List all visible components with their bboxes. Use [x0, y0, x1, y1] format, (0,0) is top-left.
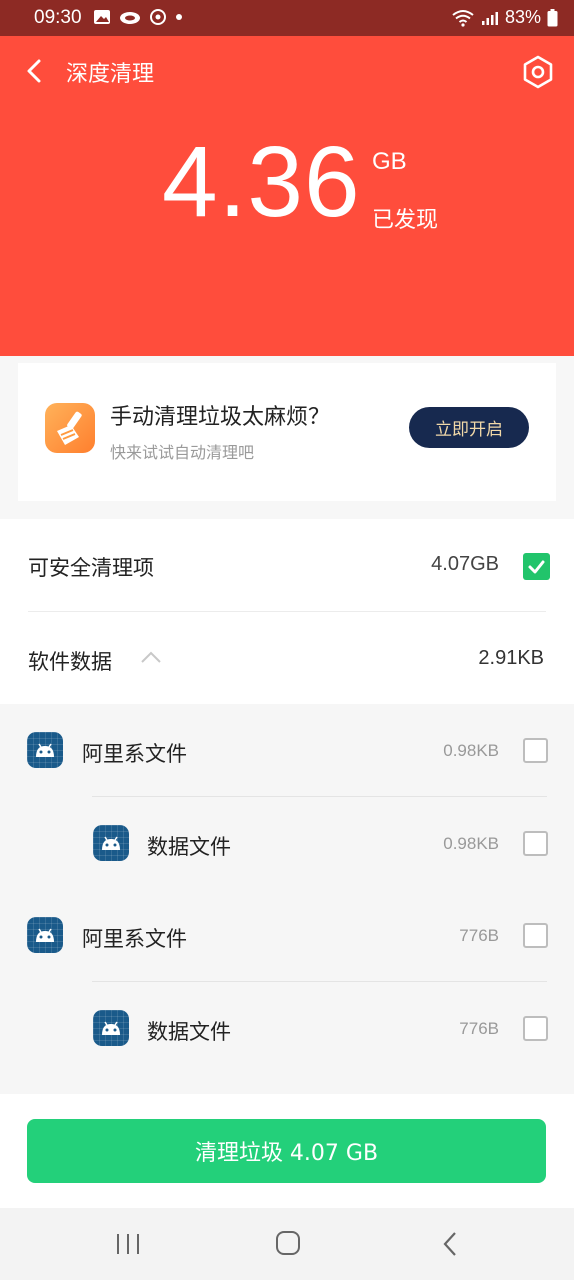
wifi-icon [452, 9, 474, 27]
broom-icon [45, 403, 95, 453]
software-data-row[interactable]: 软件数据 2.91KB [0, 612, 574, 704]
list-item[interactable]: 阿里系文件 0.98KB [0, 704, 574, 796]
item-checkbox[interactable] [523, 1016, 548, 1041]
dot-icon [176, 14, 182, 20]
software-data-label: 软件数据 [28, 650, 112, 674]
safe-clean-checkbox[interactable] [523, 553, 550, 580]
item-name: 数据文件 [147, 1020, 231, 1044]
gallery-icon [94, 10, 110, 24]
junk-unit: GB [372, 148, 407, 175]
checkmark-icon [528, 560, 545, 574]
android-app-icon [27, 917, 63, 953]
list-item[interactable]: 数据文件 0.98KB [0, 797, 574, 889]
status-bar: 09:30 83% [0, 0, 574, 36]
nav-back-icon[interactable] [440, 1230, 460, 1258]
safe-clean-label: 可安全清理项 [28, 556, 154, 580]
item-name: 数据文件 [147, 835, 231, 859]
status-right: 83% [451, 7, 558, 28]
promo-subtitle: 快来试试自动清理吧 [110, 443, 255, 462]
item-name: 阿里系文件 [82, 927, 187, 951]
item-size: 0.98KB [443, 741, 499, 760]
item-name: 阿里系文件 [82, 742, 187, 766]
list-item[interactable]: 阿里系文件 776B [0, 889, 574, 981]
item-size: 776B [459, 926, 499, 945]
chevron-up-icon[interactable] [140, 650, 162, 664]
header: 深度清理 4.36 GB 已发现 [0, 36, 574, 356]
android-app-icon [93, 1010, 129, 1046]
safe-clean-row[interactable]: 可安全清理项 4.07GB [0, 519, 574, 611]
item-size: 776B [459, 1019, 499, 1038]
item-checkbox[interactable] [523, 923, 548, 948]
recent-apps-icon[interactable] [115, 1232, 141, 1256]
auto-clean-promo-card: 手动清理垃圾太麻烦？ 快来试试自动清理吧 立即开启 [18, 363, 556, 501]
item-checkbox[interactable] [523, 831, 548, 856]
page-title: 深度清理 [66, 62, 155, 87]
file-list: 阿里系文件 0.98KB 数据文件 0.98KB 阿里系文件 776B 数据文件… [0, 704, 574, 1094]
software-data-size: 2.91KB [478, 647, 544, 669]
settings-icon[interactable] [520, 54, 556, 90]
battery-percent: 83% [504, 7, 541, 27]
home-icon[interactable] [275, 1230, 301, 1256]
android-app-icon [93, 825, 129, 861]
sync-icon [150, 9, 166, 25]
android-app-icon [27, 732, 63, 768]
promo-title: 手动清理垃圾太麻烦？ [110, 405, 331, 430]
junk-amount: 4.36 [162, 126, 361, 238]
notification-icons [93, 8, 183, 26]
back-icon[interactable] [20, 56, 50, 86]
system-nav-bar [0, 1208, 574, 1280]
battery-icon [547, 8, 558, 26]
item-size: 0.98KB [443, 834, 499, 853]
safe-clean-size: 4.07GB [431, 553, 499, 575]
summary-section: 可安全清理项 4.07GB 软件数据 2.91KB [0, 519, 574, 704]
found-label: 已发现 [372, 208, 439, 233]
status-time: 09:30 [34, 7, 82, 28]
cloud-icon [120, 12, 140, 24]
bottom-action-area: 清理垃圾 4.07 GB [0, 1094, 574, 1208]
list-item[interactable]: 数据文件 776B [0, 982, 574, 1074]
signal-icon [481, 11, 498, 25]
enable-now-button[interactable]: 立即开启 [409, 407, 529, 448]
item-checkbox[interactable] [523, 738, 548, 763]
clean-junk-button[interactable]: 清理垃圾 4.07 GB [27, 1119, 546, 1183]
